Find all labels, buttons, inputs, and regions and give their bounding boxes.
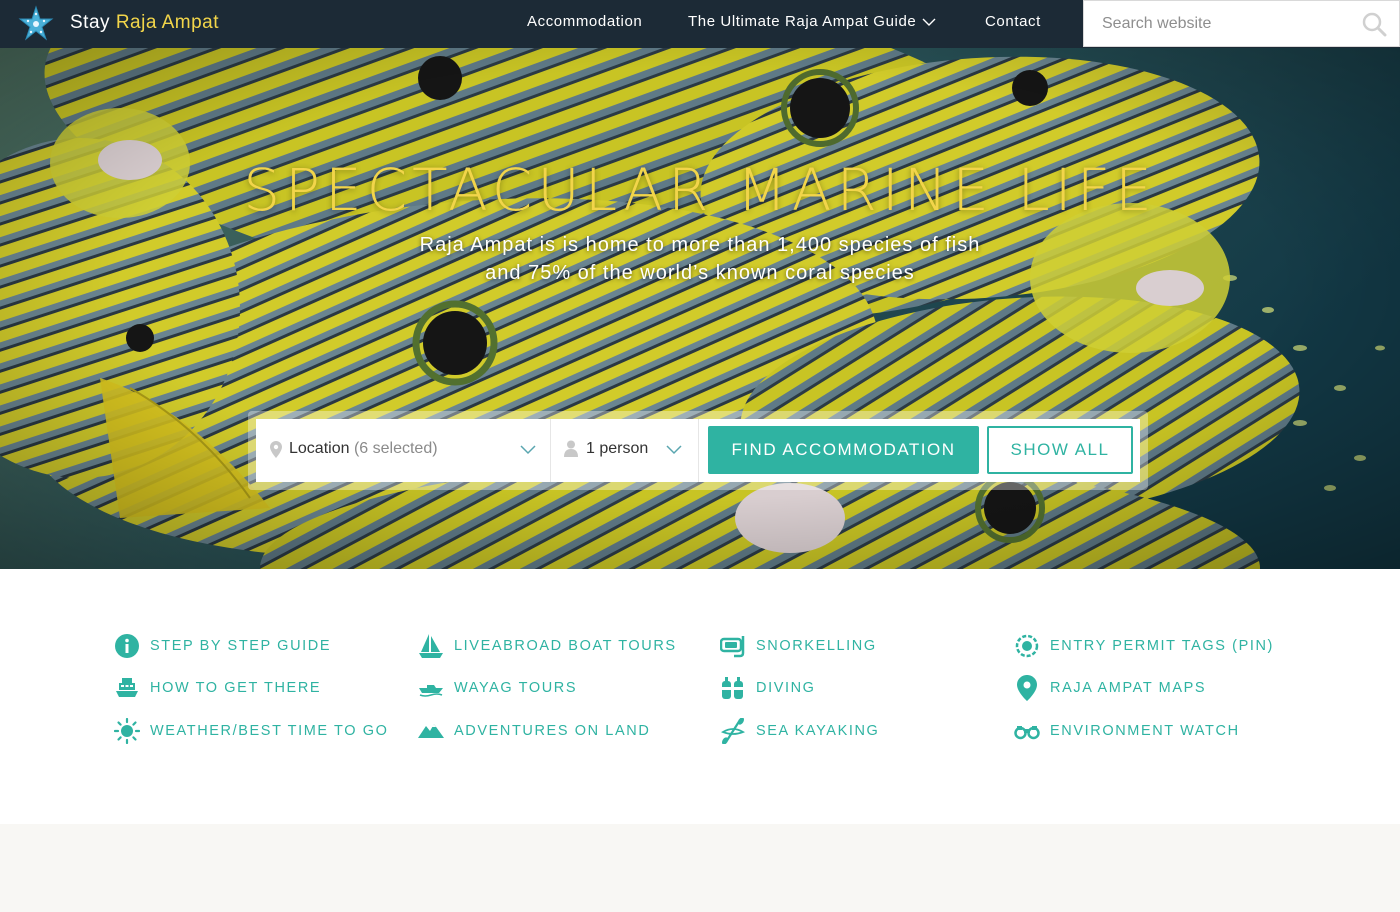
link-environment-watch[interactable]: ENVIRONMENT WATCH xyxy=(1014,718,1240,744)
location-pin-icon xyxy=(270,441,282,458)
location-select[interactable]: Location (6 selected) xyxy=(256,419,551,482)
nav-contact[interactable]: Contact xyxy=(985,13,1041,30)
brand-highlight: Raja Ampat xyxy=(115,12,220,33)
link-snorkelling[interactable]: SNORKELLING xyxy=(720,633,877,659)
top-nav: Stay Raja Ampat Accommodation The Ultima… xyxy=(0,0,1400,48)
site-search xyxy=(1083,0,1400,47)
guests-select[interactable]: 1 person xyxy=(552,419,699,482)
link-how-to-get-there[interactable]: HOW TO GET THERE xyxy=(114,675,321,701)
link-label: SEA KAYAKING xyxy=(756,723,880,739)
link-label: ENTRY PERMIT TAGS (PIN) xyxy=(1050,638,1274,654)
speedboat-icon xyxy=(419,685,443,697)
link-label: LIVEABROAD BOAT TOURS xyxy=(454,638,677,654)
link-diving[interactable]: DIVING xyxy=(720,675,816,701)
find-accommodation-button[interactable]: FIND ACCOMMODATION xyxy=(708,426,979,474)
guests-value: 1 person xyxy=(586,440,649,457)
link-label: SNORKELLING xyxy=(756,638,877,654)
dive-tanks-icon xyxy=(722,677,743,699)
person-icon xyxy=(564,440,578,457)
link-raja-ampat-maps[interactable]: RAJA AMPAT MAPS xyxy=(1014,675,1206,701)
guide-links-section: STEP BY STEP GUIDE HOW TO GET THERE WEAT… xyxy=(0,569,1400,824)
link-adventures-on-land[interactable]: ADVENTURES ON LAND xyxy=(418,718,650,744)
hero-subtitle-line-2: and 75% of the world’s known coral speci… xyxy=(485,262,915,284)
link-label: HOW TO GET THERE xyxy=(150,680,322,696)
nav-accommodation[interactable]: Accommodation xyxy=(527,13,642,30)
accommodation-search-bar: Location (6 selected) 1 person FIND ACCO… xyxy=(248,411,1148,490)
link-wayag-tours[interactable]: WAYAG TOURS xyxy=(418,675,577,701)
search-form: Location (6 selected) 1 person FIND ACCO… xyxy=(256,419,1140,482)
sun-icon xyxy=(114,718,140,744)
link-label: DIVING xyxy=(756,680,816,696)
search-icon[interactable] xyxy=(1361,11,1387,37)
link-label: WEATHER/BEST TIME TO GO xyxy=(150,723,389,739)
nav-guide-label: The Ultimate Raja Ampat Guide xyxy=(688,13,917,30)
link-step-by-step-guide[interactable]: STEP BY STEP GUIDE xyxy=(114,633,331,659)
show-all-button[interactable]: SHOW ALL xyxy=(987,426,1133,474)
hero-section: SPECTACULAR MARINE LIFE Raja Ampat is is… xyxy=(0,48,1400,569)
snorkel-mask-icon xyxy=(720,636,745,658)
map-pin-icon xyxy=(1017,675,1037,701)
footer-band xyxy=(0,824,1400,912)
location-label: Location xyxy=(289,440,350,457)
permit-tag-icon xyxy=(1015,634,1039,658)
link-entry-permit-tags[interactable]: ENTRY PERMIT TAGS (PIN) xyxy=(1014,633,1274,659)
kayak-paddle-icon xyxy=(720,718,746,744)
hero-fish-background xyxy=(0,48,1400,569)
link-label: WAYAG TOURS xyxy=(454,680,578,696)
binoculars-icon xyxy=(1014,726,1040,740)
hero-headline: SPECTACULAR MARINE LIFE xyxy=(243,156,1157,224)
brand-first-word: Stay xyxy=(70,12,111,33)
ferry-icon xyxy=(116,678,138,697)
chevron-down-icon xyxy=(520,445,536,455)
link-label: STEP BY STEP GUIDE xyxy=(150,638,332,654)
starfish-logo-icon[interactable] xyxy=(16,4,56,44)
location-select-text: Location (6 selected) xyxy=(289,440,438,458)
link-label: RAJA AMPAT MAPS xyxy=(1050,680,1207,696)
site-brand[interactable]: Stay Raja Ampat xyxy=(70,12,219,34)
hero-subtitle-line-1: Raja Ampat is is home to more than 1,400… xyxy=(419,234,981,256)
sailboat-icon xyxy=(419,634,443,658)
link-label: ENVIRONMENT WATCH xyxy=(1050,723,1240,739)
link-label: ADVENTURES ON LAND xyxy=(454,723,651,739)
info-icon xyxy=(115,634,139,658)
mountain-icon xyxy=(418,724,444,738)
location-selected-count: (6 selected) xyxy=(353,440,438,457)
chevron-down-icon xyxy=(666,445,682,455)
search-input[interactable] xyxy=(1084,1,1354,46)
nav-guide-dropdown[interactable]: The Ultimate Raja Ampat Guide xyxy=(688,13,936,30)
link-liveaboard-boat-tours[interactable]: LIVEABROAD BOAT TOURS xyxy=(418,633,677,659)
chevron-down-icon xyxy=(922,18,936,27)
link-sea-kayaking[interactable]: SEA KAYAKING xyxy=(720,718,879,744)
link-weather-best-time[interactable]: WEATHER/BEST TIME TO GO xyxy=(114,718,389,744)
